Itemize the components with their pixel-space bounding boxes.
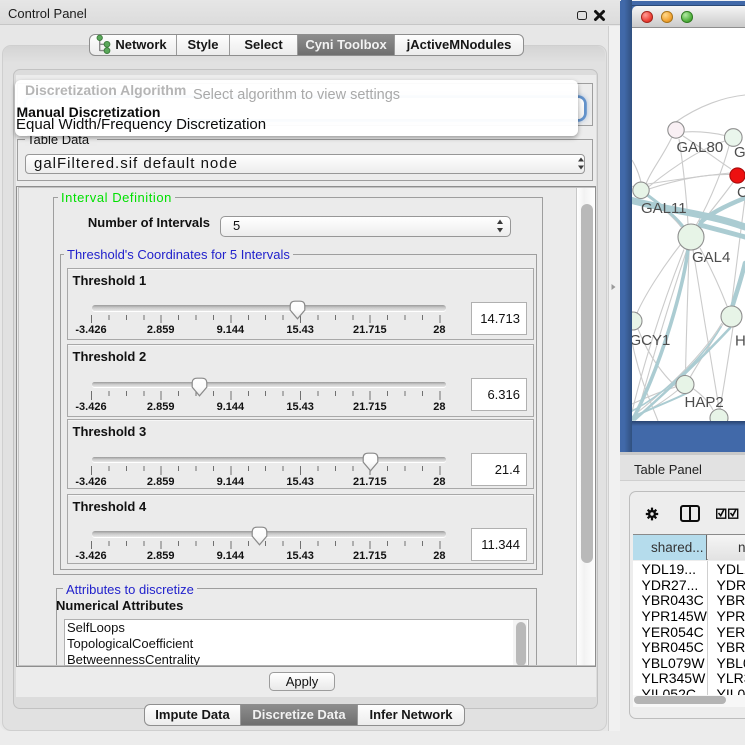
svg-text:H: H [735, 333, 745, 350]
svg-text:GAL11: GAL11 [641, 200, 687, 217]
svg-text:GAL80: GAL80 [677, 139, 724, 156]
svg-text:C: C [737, 184, 745, 201]
svg-text:GAL4: GAL4 [692, 249, 730, 266]
svg-text:GA: GA [734, 144, 745, 161]
svg-text:GCY1: GCY1 [632, 332, 670, 349]
svg-text:HAP2: HAP2 [685, 394, 724, 411]
